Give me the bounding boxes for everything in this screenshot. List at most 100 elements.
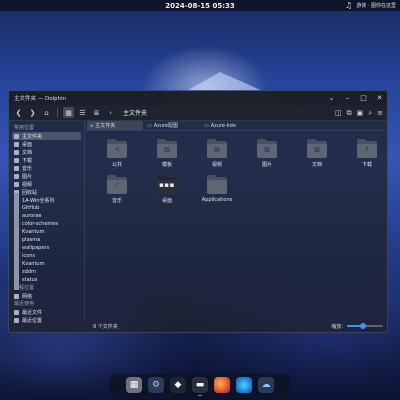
icon-view-icon[interactable]: ▦ bbox=[63, 107, 74, 118]
music-emblem-icon: ♪ bbox=[115, 182, 119, 189]
music-note-icon[interactable]: ♫ bbox=[345, 1, 352, 10]
media-player-title[interactable]: 游侠 · 图你在这里 bbox=[356, 2, 396, 9]
folder-icon bbox=[14, 272, 19, 290]
folder-item[interactable]: ▨ 图片 bbox=[247, 139, 287, 173]
window-title: 主文件夹 — Dolphin bbox=[14, 96, 67, 102]
sidebar-item-label: 文档 bbox=[22, 149, 33, 156]
sidebar-item-label: 下载 bbox=[22, 157, 33, 164]
sidebar-item-aurorae[interactable]: aurorae bbox=[12, 208, 81, 226]
folder-label: 视频 bbox=[211, 162, 222, 168]
folder-item[interactable]: ▤ 视频 bbox=[197, 139, 237, 173]
download-icon bbox=[14, 157, 19, 163]
folder-label: 公共 bbox=[111, 162, 122, 168]
desktop-emblem-icon: ▪▪▪ bbox=[159, 181, 175, 189]
sidebar-item-label: Kvantum bbox=[22, 229, 45, 235]
weather-icon[interactable]: ☁ bbox=[258, 377, 274, 393]
search-icon[interactable]: ⌕ bbox=[368, 109, 372, 118]
edge-icon[interactable] bbox=[236, 377, 252, 393]
folder-icon bbox=[207, 175, 227, 194]
tab-home[interactable]: ⌂ 主文件夹 bbox=[87, 121, 143, 130]
sidebar-item-label: 回收站 bbox=[22, 189, 38, 196]
clock[interactable]: 2024-08-15 05:33 bbox=[165, 2, 235, 10]
compact-view-icon[interactable]: ☰ bbox=[77, 107, 88, 118]
dolphin-icon[interactable]: ▬ bbox=[192, 377, 208, 396]
sidebar-item-color-schemes[interactable]: color-schemes bbox=[12, 216, 81, 234]
folder-item[interactable]: ▧ 文档 bbox=[297, 139, 337, 173]
folder-item[interactable]: ⇩ 下载 bbox=[347, 139, 387, 173]
breadcrumb-arrow-icon[interactable]: › bbox=[105, 107, 116, 118]
folder-icon: ⇩ bbox=[357, 139, 377, 158]
folder-label: 下载 bbox=[361, 162, 372, 168]
sidebar-item-wallpapers[interactable]: wallpapers bbox=[12, 240, 81, 258]
document-emblem-icon: ▧ bbox=[314, 146, 320, 153]
sidebar-item-label: 最近文件 bbox=[22, 309, 43, 316]
forward-icon[interactable]: ❯ bbox=[27, 107, 38, 118]
details-view-icon[interactable]: ≣ bbox=[91, 107, 102, 118]
folder-item[interactable]: Applications bbox=[197, 175, 237, 209]
download-emblem-icon: ⇩ bbox=[364, 146, 370, 153]
sidebar-item-status[interactable]: status bbox=[12, 272, 81, 290]
folder-item[interactable]: ▥ 模板 bbox=[147, 139, 187, 173]
template-emblem-icon: ▥ bbox=[164, 146, 170, 153]
folder-label: 文档 bbox=[311, 162, 322, 168]
tab-azure-kde[interactable]: ▭ Azure-kde bbox=[201, 121, 257, 130]
sidebar-item-trash[interactable]: 回收站 bbox=[12, 188, 81, 196]
sidebar-item-kvantum[interactable]: Kvantum bbox=[12, 224, 81, 242]
folder-label: 模板 bbox=[161, 162, 172, 168]
breadcrumb[interactable]: 主文件夹 bbox=[123, 108, 147, 117]
folder-item[interactable]: ⋖ 公共 bbox=[97, 139, 137, 173]
folder-item[interactable]: ▪▪▪ 桌面 bbox=[147, 175, 187, 209]
sidebar-item-label: GitHub bbox=[22, 205, 40, 211]
sidebar-item-downloads[interactable]: 下载 bbox=[12, 156, 81, 164]
zoom-control: 缩放: bbox=[331, 319, 383, 332]
sidebar-item-label: aurorae bbox=[22, 213, 42, 219]
status-bar: 9 个文件夹 缩放: bbox=[85, 319, 387, 332]
sidebar-item-icons[interactable]: icons bbox=[12, 248, 81, 266]
tab-azure-images[interactable]: ▭ Azure配图 bbox=[144, 121, 200, 130]
back-icon[interactable]: ❮ bbox=[13, 107, 24, 118]
sidebar-item-label: Kvantum bbox=[22, 261, 45, 267]
sidebar-section-heading: 远程位置 bbox=[14, 285, 35, 291]
sidebar-item-desktop[interactable]: 桌面 bbox=[12, 140, 81, 148]
sidebar-item-label: 网络 bbox=[22, 293, 33, 300]
home-icon[interactable]: ⌂ bbox=[41, 107, 52, 118]
files-icon[interactable]: ▦ bbox=[126, 377, 142, 393]
sidebar-item-recent-files[interactable]: 最近文件 bbox=[12, 308, 81, 316]
home-icon: ⌂ bbox=[90, 122, 94, 129]
sidebar-item-home[interactable]: 主文件夹 bbox=[12, 132, 81, 140]
sidebar-item-music[interactable]: 音乐 bbox=[12, 164, 81, 172]
sidebar-item-documents[interactable]: 文档 bbox=[12, 148, 81, 156]
sidebar-item-plasma[interactable]: plasma bbox=[12, 232, 81, 250]
firefox-icon[interactable] bbox=[214, 377, 230, 393]
store-icon[interactable]: ◆ bbox=[170, 377, 186, 393]
sidebar-item-sddm[interactable]: sddm bbox=[12, 264, 81, 282]
zoom-slider[interactable] bbox=[347, 323, 383, 329]
menu-icon[interactable]: ≡ bbox=[377, 109, 383, 117]
sidebar-item-github[interactable]: GitHub bbox=[12, 200, 81, 218]
sidebar-item-pictures[interactable]: 图片 bbox=[12, 172, 81, 180]
music-icon bbox=[14, 165, 19, 171]
sidebar-item-videos[interactable]: 视频 bbox=[12, 180, 81, 188]
file-view[interactable]: ⋖ 公共 ▥ 模板 ▤ 视频 ▨ 图片 ▧ 文档 ⇩ 下载 ♪ 音乐 ▪▪▪ 桌… bbox=[85, 133, 387, 319]
zoom-slider-handle[interactable] bbox=[360, 323, 367, 329]
maximize-icon[interactable]: □ bbox=[360, 94, 367, 102]
places-panel: 常用位置 主文件夹 桌面 文档 下载 音乐 图片 视频 回收站 1A-Win全系… bbox=[9, 121, 85, 324]
window-titlebar[interactable]: 主文件夹 — Dolphin ⌄ – □ ✕ bbox=[9, 91, 387, 105]
video-emblem-icon: ▤ bbox=[214, 146, 220, 153]
folder-item[interactable]: ♪ 音乐 bbox=[97, 175, 137, 209]
preview-icon[interactable]: ▣ bbox=[357, 109, 364, 117]
expand-icon[interactable]: ⌄ bbox=[328, 94, 335, 102]
sidebar-item-recent-locations[interactable]: 最近位置 bbox=[12, 316, 81, 324]
sidebar-item-win-series[interactable]: 1A-Win全系列 bbox=[12, 192, 81, 210]
image-emblem-icon: ▨ bbox=[264, 146, 270, 153]
folder-icon: ▤ bbox=[207, 139, 227, 158]
close-icon[interactable]: ✕ bbox=[376, 94, 383, 102]
split-icon[interactable]: ◫ bbox=[335, 109, 342, 117]
tab-bar: ⌂ 主文件夹 ▭ Azure配图 ▭ Azure-kde bbox=[85, 121, 387, 131]
settings-icon[interactable]: ⚙ bbox=[148, 377, 164, 393]
sidebar-item-kvantum-2[interactable]: Kvantum bbox=[12, 256, 81, 274]
sidebar-item-network[interactable]: 网络 bbox=[12, 292, 81, 300]
minimize-icon[interactable]: – bbox=[344, 94, 351, 102]
desktop-icon bbox=[14, 141, 19, 147]
copy-icon[interactable]: ⧉ bbox=[347, 109, 352, 118]
